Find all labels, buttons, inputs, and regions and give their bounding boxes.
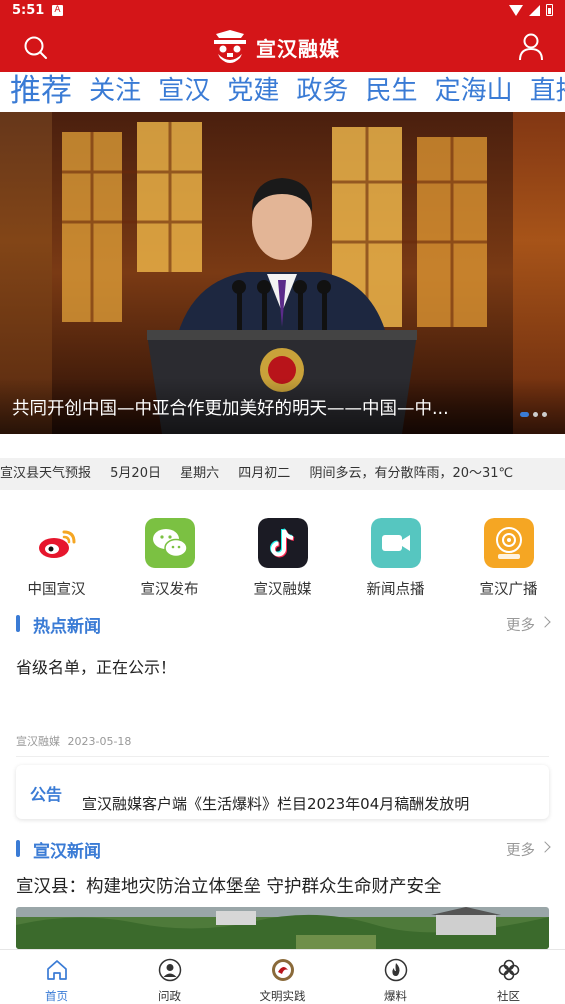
battery-icon: [546, 4, 553, 16]
nav-civilization[interactable]: 文明实践: [226, 950, 339, 1004]
tab-live[interactable]: 直播: [524, 72, 565, 110]
status-time: 5:51: [12, 3, 45, 18]
brand-logo-icon: [214, 30, 246, 63]
nav-community[interactable]: 社区: [452, 950, 565, 1004]
tab-follow[interactable]: 关注: [83, 72, 147, 110]
weather-ticker[interactable]: 宣汉县天气预报 5月20日 星期六 四月初二 阴间多云，有分散阵雨，20～31℃: [0, 458, 565, 490]
banner-caption[interactable]: 共同开创中国—中亚合作更加美好的明天——中国—中...: [12, 395, 482, 420]
carousel-dot-3: [542, 412, 547, 417]
xuanhan-news-more-link[interactable]: 更多: [506, 839, 535, 860]
tab-dinghaishan[interactable]: 定海山: [429, 72, 519, 110]
hot-news-title: 热点新闻: [33, 617, 101, 637]
app-name: 宣汉融媒: [256, 36, 340, 61]
section-accent-bar: [16, 615, 20, 632]
person-icon: [158, 958, 181, 982]
xuanhan-news-header: 宣汉新闻 更多: [0, 835, 565, 863]
notice-label: 公告: [30, 785, 63, 804]
quick-links: 中国宣汉 宣汉发布 宣汉融媒 新闻点播 宣汉广播: [0, 518, 565, 598]
nav-label: 首页: [45, 989, 68, 1003]
hot-news-header: 热点新闻 更多: [0, 610, 565, 638]
carousel-dot-2: [533, 412, 538, 417]
quick-link-weibo[interactable]: 中国宣汉: [0, 518, 113, 598]
nav-home[interactable]: 首页: [0, 950, 113, 1004]
quick-link-label: 宣汉融媒: [253, 582, 312, 598]
search-icon[interactable]: [22, 34, 50, 62]
nav-report[interactable]: 爆料: [339, 950, 452, 1004]
weather-weekday: 星期六: [180, 466, 220, 481]
app-header: 5:51 A 宣汉融媒: [0, 0, 565, 72]
tab-xuanhan[interactable]: 宣汉: [152, 72, 216, 110]
quick-link-tiktok[interactable]: 宣汉融媒: [226, 518, 339, 598]
weather-date: 5月20日: [110, 466, 161, 481]
notice-text[interactable]: 宣汉融媒客户端《生活爆料》栏目2023年04月稿酬发放明: [82, 793, 469, 814]
tab-recommend[interactable]: 推荐: [0, 72, 78, 110]
video-camera-icon: [370, 518, 421, 568]
notice-card[interactable]: 公告 宣汉融媒客户端《生活爆料》栏目2023年04月稿酬发放明: [16, 765, 549, 819]
tiktok-icon: [257, 518, 308, 568]
weather-title: 宣汉县天气预报: [0, 466, 92, 481]
divider: [16, 756, 549, 757]
quick-link-label: 宣汉广播: [479, 582, 538, 598]
news-thumbnail[interactable]: [16, 907, 549, 949]
chevron-right-icon[interactable]: [539, 616, 551, 628]
hot-news-meta: 宣汉融媒 2023-05-18: [16, 733, 131, 749]
nav-label: 文明实践: [259, 989, 306, 1003]
quick-link-label: 新闻点播: [366, 582, 425, 598]
channel-tabs: 推荐 关注 宣汉 党建 政务 民生 定海山 直播: [0, 72, 565, 112]
quick-link-wechat[interactable]: 宣汉发布: [113, 518, 226, 598]
status-bar: 5:51 A: [0, 0, 565, 24]
section-accent-bar: [16, 840, 20, 857]
app-brand: 宣汉融媒: [210, 26, 340, 68]
radio-icon: [483, 518, 534, 568]
civilization-emblem-icon: [271, 959, 294, 981]
nav-label: 问政: [158, 989, 181, 1003]
wechat-icon: [144, 518, 195, 568]
xuanhan-news-title: 宣汉新闻: [33, 842, 101, 862]
hot-news-more-link[interactable]: 更多: [506, 614, 535, 635]
tab-livelihood[interactable]: 民生: [360, 72, 424, 110]
status-icons: [509, 4, 553, 16]
flame-icon: [384, 958, 407, 982]
user-icon[interactable]: [517, 32, 545, 62]
news-date: 2023-05-18: [67, 735, 132, 748]
weibo-icon: [31, 518, 82, 568]
signal-icon: [529, 4, 540, 16]
nav-label: 爆料: [384, 989, 407, 1003]
weather-lunar: 四月初二: [238, 466, 291, 481]
chevron-right-icon[interactable]: [539, 841, 551, 853]
tab-government[interactable]: 政务: [290, 72, 354, 110]
clover-icon: [498, 959, 519, 981]
quick-link-label: 宣汉发布: [140, 582, 199, 598]
nav-label: 社区: [497, 989, 520, 1003]
quick-link-label: 中国宣汉: [27, 582, 86, 598]
home-icon: [46, 960, 67, 980]
quick-link-radio[interactable]: 宣汉广播: [452, 518, 565, 598]
tab-party[interactable]: 党建: [221, 72, 285, 110]
banner-carousel[interactable]: 共同开创中国—中亚合作更加美好的明天——中国—中...: [0, 112, 565, 434]
nav-inquiry[interactable]: 问政: [113, 950, 226, 1004]
notification-badge: A: [52, 5, 63, 16]
xuanhan-news-headline[interactable]: 宣汉县：构建地灾防治立体堡垒 守护群众生命财产安全: [16, 873, 442, 898]
weather-forecast: 阴间多云，有分散阵雨，20～31℃: [309, 466, 514, 481]
carousel-dot-1: [520, 412, 529, 417]
carousel-indicator: [520, 412, 547, 417]
news-source: 宣汉融媒: [16, 735, 60, 748]
hot-news-headline[interactable]: 省级名单，正在公示！: [16, 654, 176, 678]
bottom-navigation: 首页 问政 文明实践 爆料 社区: [0, 949, 565, 1004]
quick-link-video[interactable]: 新闻点播: [339, 518, 452, 598]
wifi-icon: [509, 4, 523, 16]
